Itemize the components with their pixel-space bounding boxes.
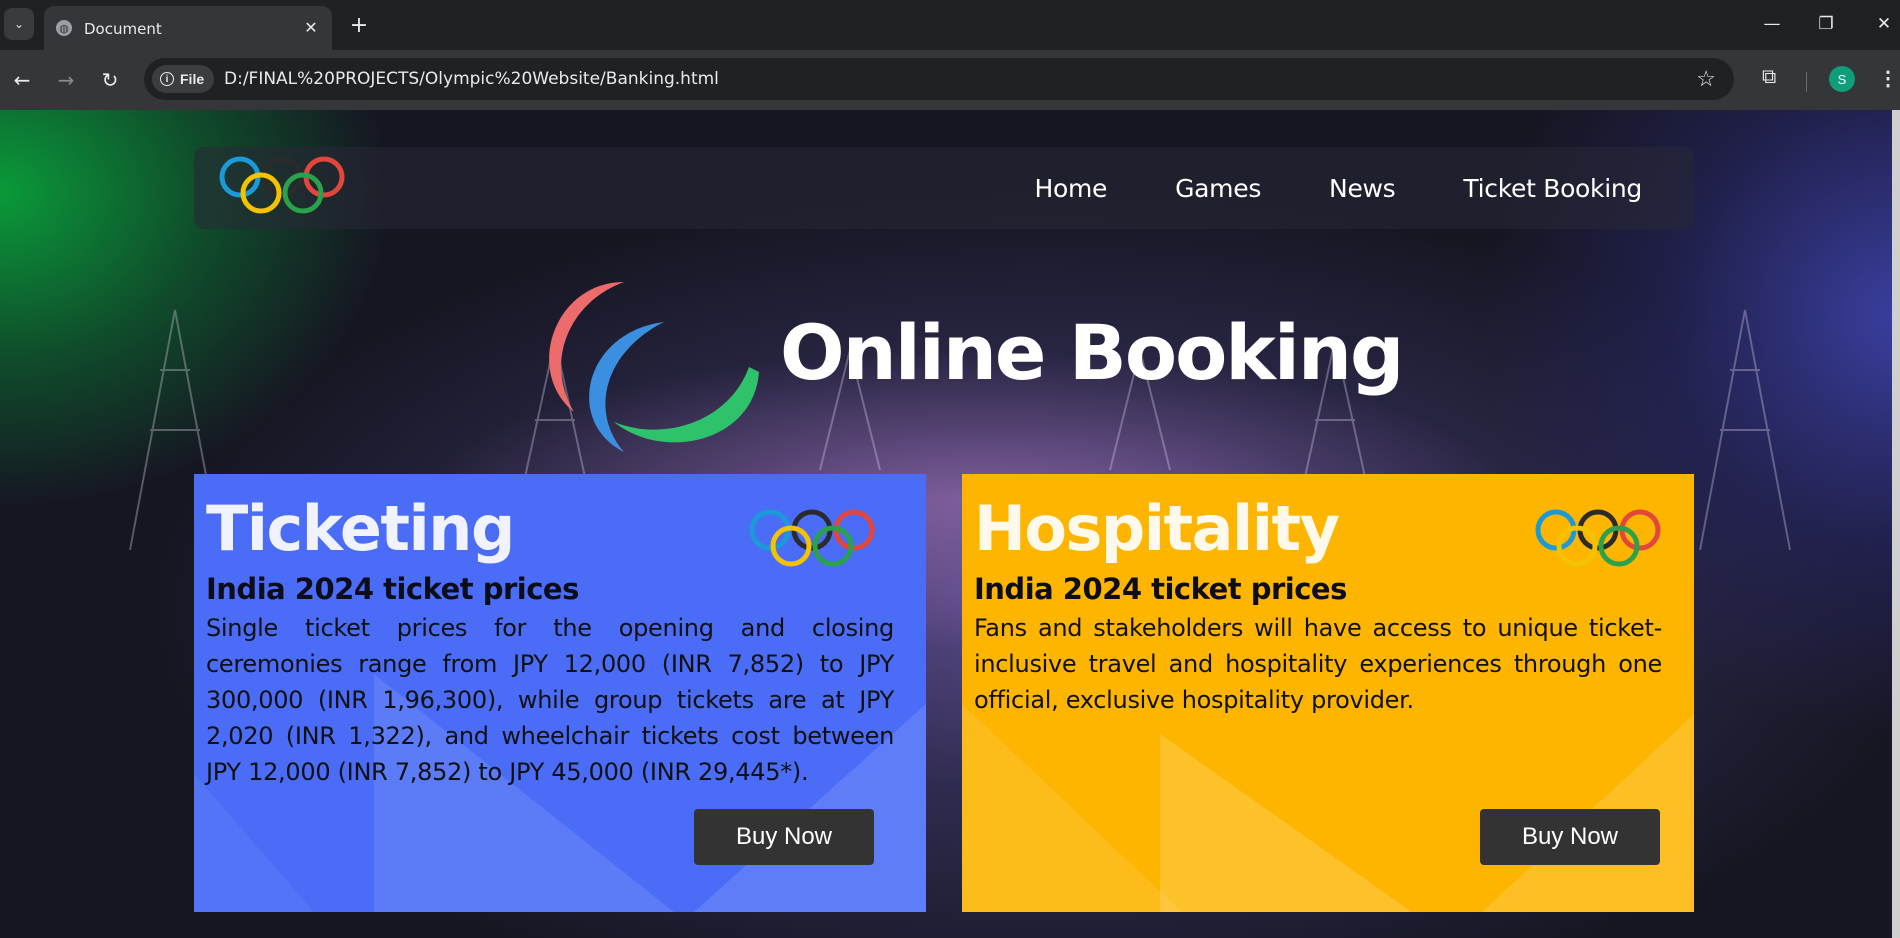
hospitality-subtitle: India 2024 ticket prices bbox=[974, 572, 1347, 606]
site-info-label: File bbox=[180, 71, 205, 87]
browser-menu-icon[interactable]: ⋮ bbox=[1878, 66, 1898, 91]
bookmark-star-icon[interactable]: ☆ bbox=[1696, 66, 1716, 92]
ticketing-subtitle: India 2024 ticket prices bbox=[206, 572, 579, 606]
back-icon[interactable]: ← bbox=[8, 66, 36, 94]
address-bar[interactable]: i File D:/FINAL%20PROJECTS/Olympic%20Web… bbox=[144, 58, 1734, 100]
hero-title: Online Booking bbox=[780, 308, 1404, 397]
ticketing-buy-now-button[interactable]: Buy Now bbox=[694, 809, 874, 865]
forward-icon[interactable]: → bbox=[52, 66, 80, 94]
new-tab-button[interactable]: + bbox=[346, 12, 372, 38]
close-tab-icon[interactable]: ✕ bbox=[300, 17, 322, 39]
globe-icon: ◍ bbox=[56, 20, 72, 36]
nav-news-link[interactable]: News bbox=[1329, 174, 1396, 203]
minimize-button[interactable]: — bbox=[1752, 10, 1792, 38]
olympic-rings-icon bbox=[749, 509, 875, 567]
olympic-rings-logo[interactable] bbox=[218, 153, 348, 217]
hospitality-card: Hospitality India 2024 ticket prices Fan… bbox=[962, 474, 1694, 912]
agitos-logo bbox=[549, 282, 759, 452]
url-text[interactable]: D:/FINAL%20PROJECTS/Olympic%20Website/Ba… bbox=[224, 69, 719, 89]
hospitality-title: Hospitality bbox=[974, 492, 1340, 565]
reload-icon[interactable]: ↻ bbox=[96, 66, 124, 94]
tab-search-button[interactable]: ⌄ bbox=[4, 8, 34, 40]
hospitality-description: Fans and stakeholders will have access t… bbox=[974, 614, 1662, 714]
extensions-icon[interactable]: ⧉ bbox=[1762, 66, 1776, 89]
browser-tab[interactable]: ◍ Document ✕ bbox=[44, 6, 332, 50]
tab-title: Document bbox=[84, 20, 162, 38]
site-navbar: Home Games News Ticket Booking bbox=[194, 147, 1694, 229]
profile-avatar[interactable]: S bbox=[1829, 66, 1855, 92]
ticketing-title: Ticketing bbox=[206, 492, 515, 565]
olympic-rings-icon bbox=[1535, 509, 1661, 567]
browser-tab-bar: ⌄ ◍ Document ✕ + — ❐ ✕ bbox=[0, 0, 1900, 50]
browser-toolbar: ← → ↻ i File D:/FINAL%20PROJECTS/Olympic… bbox=[0, 50, 1900, 111]
info-icon: i bbox=[160, 72, 174, 86]
nav-games-link[interactable]: Games bbox=[1175, 174, 1261, 203]
nav-links: Home Games News Ticket Booking bbox=[966, 147, 1642, 229]
page-scrollbar[interactable] bbox=[1892, 110, 1900, 938]
close-window-button[interactable]: ✕ bbox=[1864, 10, 1900, 38]
toolbar-divider bbox=[1806, 72, 1807, 92]
hospitality-buy-now-button[interactable]: Buy Now bbox=[1480, 809, 1660, 865]
site-info-chip[interactable]: i File bbox=[152, 65, 215, 93]
ticketing-card: Ticketing India 2024 ticket prices Singl… bbox=[194, 474, 926, 912]
ticketing-description: Single ticket prices for the opening and… bbox=[206, 614, 894, 786]
nav-ticket-booking-link[interactable]: Ticket Booking bbox=[1463, 174, 1642, 203]
restore-button[interactable]: ❐ bbox=[1806, 10, 1846, 38]
page-viewport: Home Games News Ticket Booking Online Bo… bbox=[0, 110, 1900, 938]
nav-home-link[interactable]: Home bbox=[1034, 174, 1107, 203]
